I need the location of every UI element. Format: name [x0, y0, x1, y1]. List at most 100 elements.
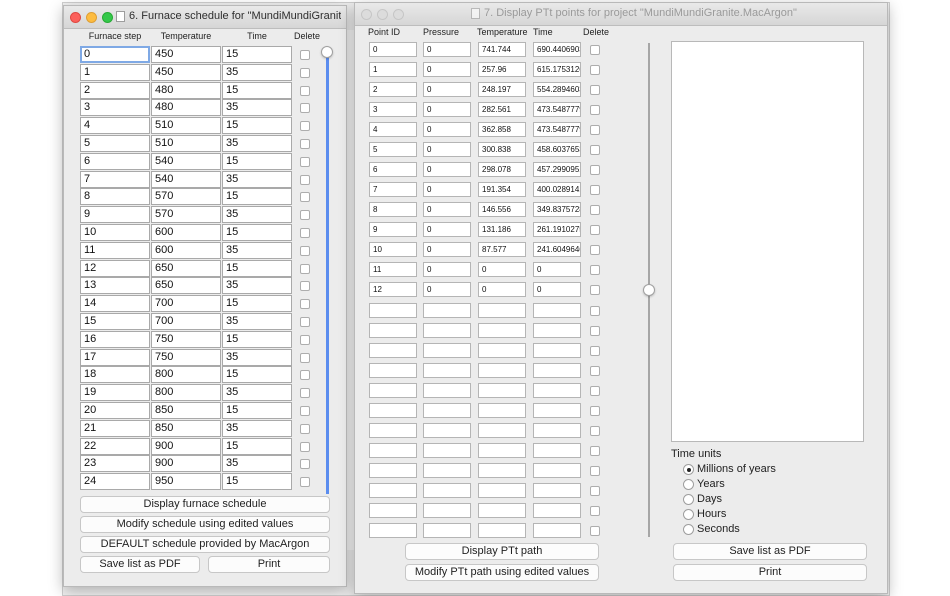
- point-id-field[interactable]: 12: [369, 282, 417, 298]
- delete-checkbox[interactable]: [300, 245, 310, 256]
- temperature-field[interactable]: 510: [151, 117, 221, 135]
- delete-checkbox[interactable]: [300, 192, 310, 203]
- furnace-step-field[interactable]: 23: [80, 455, 150, 473]
- temperature-field[interactable]: 257.96: [478, 62, 526, 78]
- point-id-field[interactable]: [369, 482, 417, 498]
- pressure-field[interactable]: [423, 382, 471, 398]
- temperature-field[interactable]: 362.858: [478, 122, 526, 138]
- delete-checkbox[interactable]: [590, 265, 600, 276]
- temperature-field[interactable]: [478, 422, 526, 438]
- zoom-icon[interactable]: [393, 9, 404, 20]
- time-field[interactable]: 458.6037653: [533, 142, 581, 158]
- time-field[interactable]: 15: [222, 117, 292, 135]
- delete-checkbox[interactable]: [590, 485, 600, 496]
- time-field[interactable]: 15: [222, 188, 292, 206]
- time-field[interactable]: 15: [222, 81, 292, 99]
- point-id-field[interactable]: [369, 362, 417, 378]
- delete-checkbox[interactable]: [590, 245, 600, 256]
- point-id-field[interactable]: [369, 382, 417, 398]
- temperature-field[interactable]: 600: [151, 224, 221, 241]
- pressure-field[interactable]: [423, 462, 471, 478]
- temperature-field[interactable]: 510: [151, 135, 221, 152]
- temperature-field[interactable]: 850: [151, 402, 221, 419]
- delete-checkbox[interactable]: [590, 405, 600, 416]
- zoom-icon[interactable]: [102, 12, 113, 23]
- delete-checkbox[interactable]: [590, 45, 600, 55]
- temperature-field[interactable]: 950: [151, 473, 221, 491]
- furnace-step-field[interactable]: 11: [80, 241, 150, 259]
- furnace-step-field[interactable]: 13: [80, 277, 150, 295]
- temperature-field[interactable]: 480: [151, 99, 221, 117]
- pressure-field[interactable]: [423, 502, 471, 518]
- temperature-field[interactable]: 650: [151, 277, 221, 295]
- delete-checkbox[interactable]: [590, 145, 600, 156]
- temperature-field[interactable]: 600: [151, 241, 221, 259]
- furnace-step-field[interactable]: 24: [80, 473, 150, 491]
- furnace-step-field[interactable]: 1: [80, 63, 150, 81]
- furnace-step-field[interactable]: 5: [80, 135, 150, 152]
- delete-checkbox[interactable]: [300, 67, 310, 78]
- temperature-field[interactable]: [478, 382, 526, 398]
- delete-checkbox[interactable]: [300, 388, 310, 399]
- temperature-field[interactable]: [478, 482, 526, 498]
- point-id-field[interactable]: 9: [369, 222, 417, 238]
- furnace-save-pdf-button[interactable]: Save list as PDF: [80, 556, 200, 573]
- point-id-field[interactable]: 3: [369, 102, 417, 118]
- temperature-field[interactable]: 87.577: [478, 242, 526, 258]
- time-field[interactable]: 35: [222, 419, 292, 437]
- ptt-save-pdf-button[interactable]: Save list as PDF: [673, 543, 867, 560]
- temperature-field[interactable]: [478, 442, 526, 458]
- furnace-step-field[interactable]: 6: [80, 152, 150, 170]
- delete-checkbox[interactable]: [300, 441, 310, 452]
- pressure-field[interactable]: [423, 402, 471, 418]
- time-field[interactable]: [533, 522, 581, 538]
- pressure-field[interactable]: [423, 422, 471, 438]
- temperature-field[interactable]: 298.078: [478, 162, 526, 178]
- delete-checkbox[interactable]: [300, 423, 310, 434]
- delete-checkbox[interactable]: [300, 406, 310, 416]
- temperature-field[interactable]: 800: [151, 384, 221, 402]
- furnace-step-field[interactable]: 12: [80, 259, 150, 277]
- furnace-step-field[interactable]: 19: [80, 384, 150, 402]
- furnace-step-field[interactable]: 17: [80, 348, 150, 366]
- temperature-field[interactable]: 480: [151, 81, 221, 99]
- minimize-icon[interactable]: [377, 9, 388, 20]
- time-field[interactable]: 15: [222, 366, 292, 384]
- time-field[interactable]: 457.2990951: [533, 162, 581, 178]
- time-field[interactable]: 0: [533, 262, 581, 278]
- time-field[interactable]: 35: [222, 455, 292, 473]
- pressure-field[interactable]: 0: [423, 122, 471, 138]
- point-id-field[interactable]: [369, 422, 417, 438]
- time-field[interactable]: [533, 322, 581, 338]
- temperature-field[interactable]: 900: [151, 437, 221, 455]
- furnace-step-field[interactable]: 4: [80, 117, 150, 135]
- delete-checkbox[interactable]: [590, 345, 600, 356]
- pressure-field[interactable]: 0: [423, 162, 471, 178]
- furnace-step-field[interactable]: 22: [80, 437, 150, 455]
- temperature-field[interactable]: 450: [151, 63, 221, 81]
- delete-checkbox[interactable]: [590, 525, 600, 536]
- delete-checkbox[interactable]: [300, 459, 310, 470]
- time-field[interactable]: 349.8375728: [533, 202, 581, 218]
- point-id-field[interactable]: [369, 342, 417, 358]
- time-field[interactable]: 35: [222, 277, 292, 295]
- point-id-field[interactable]: 0: [369, 42, 417, 57]
- furnace-step-field[interactable]: 0: [80, 46, 150, 63]
- time-field[interactable]: 15: [222, 224, 292, 241]
- temperature-field[interactable]: 0: [478, 262, 526, 278]
- delete-checkbox[interactable]: [300, 228, 310, 238]
- temperature-field[interactable]: 0: [478, 282, 526, 298]
- time-field[interactable]: [533, 422, 581, 438]
- furnace-step-field[interactable]: 15: [80, 313, 150, 330]
- delete-checkbox[interactable]: [300, 299, 310, 310]
- point-id-field[interactable]: [369, 442, 417, 458]
- time-field[interactable]: [533, 482, 581, 498]
- display-furnace-schedule-button[interactable]: Display furnace schedule: [80, 496, 330, 513]
- time-field[interactable]: [533, 462, 581, 478]
- ptt-print-button[interactable]: Print: [673, 564, 867, 581]
- delete-checkbox[interactable]: [300, 281, 310, 292]
- delete-checkbox[interactable]: [590, 365, 600, 376]
- time-unit-radio[interactable]: [683, 464, 694, 475]
- furnace-step-field[interactable]: 16: [80, 330, 150, 348]
- furnace-step-field[interactable]: 2: [80, 81, 150, 99]
